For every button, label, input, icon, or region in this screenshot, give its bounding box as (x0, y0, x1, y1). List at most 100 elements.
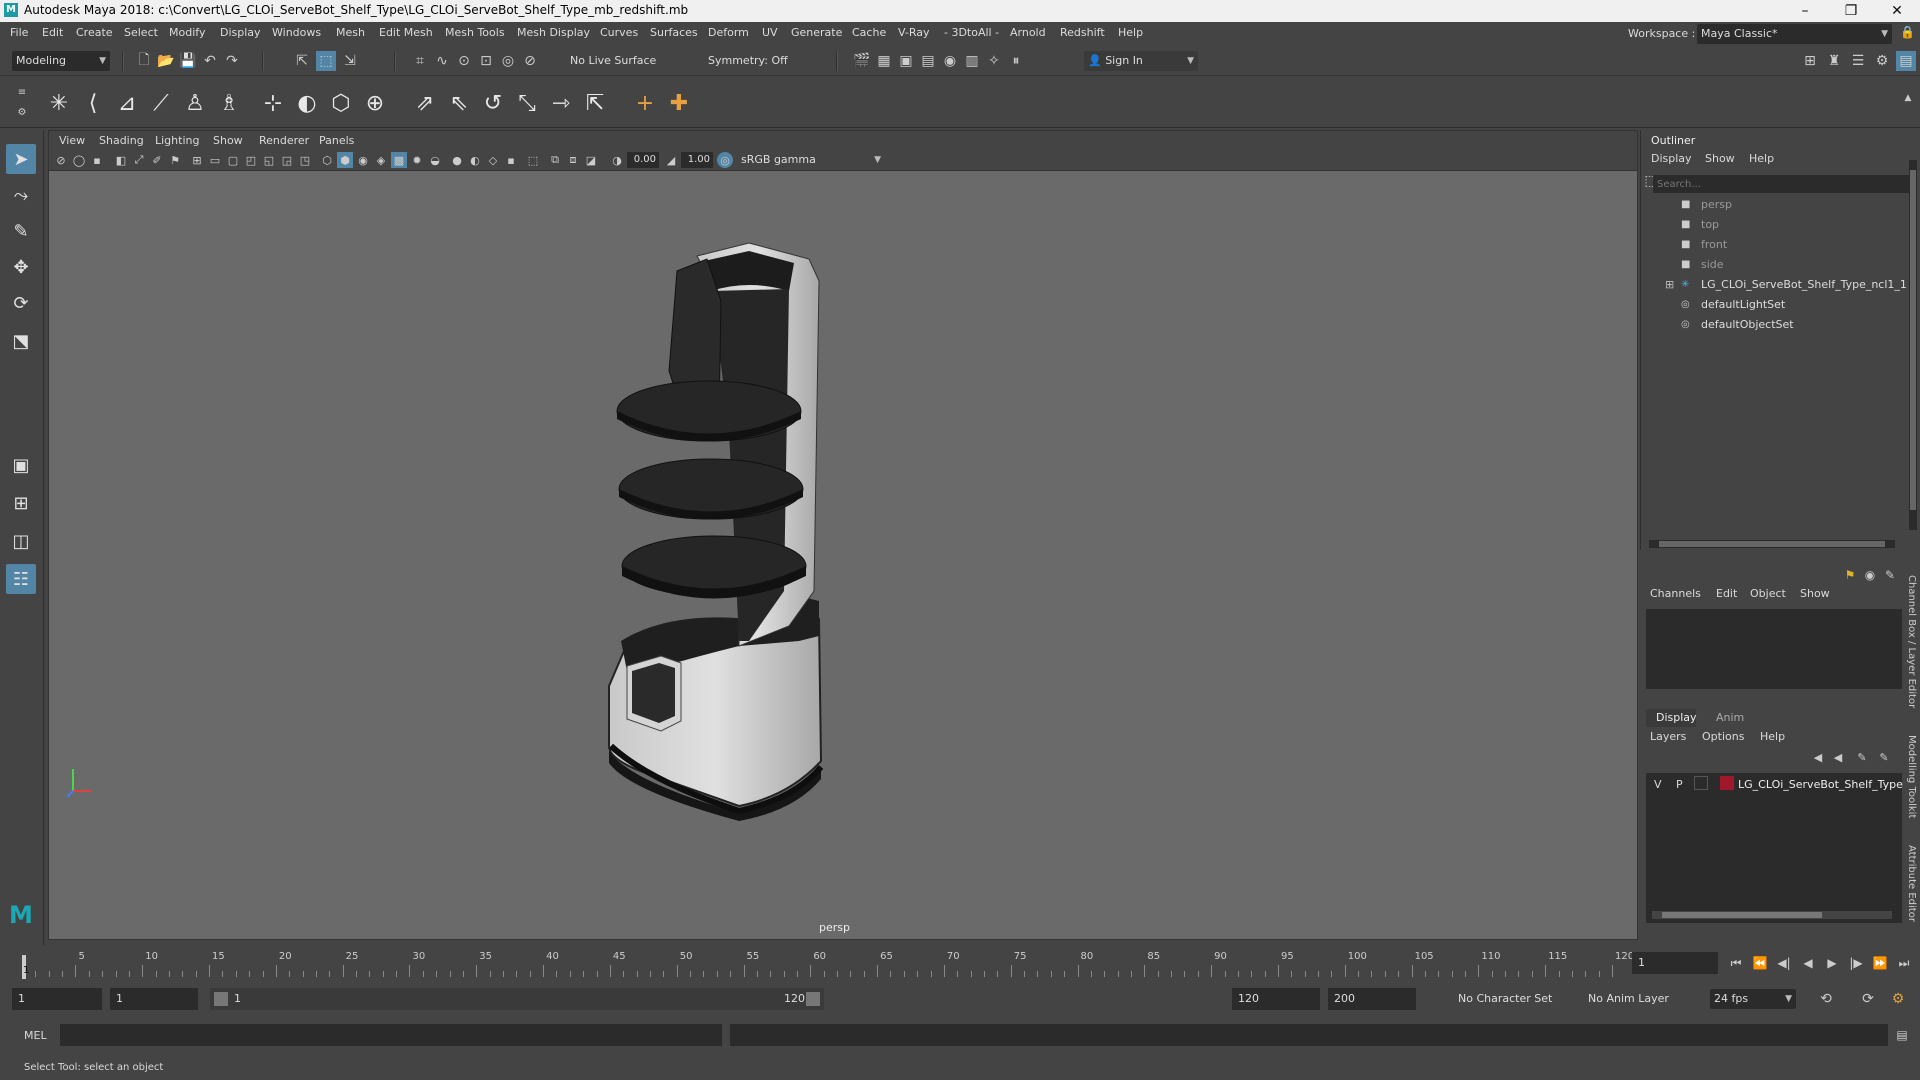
modeling-toolkit-icon[interactable]: ⊞ (1800, 51, 1820, 71)
range-end-handle[interactable] (806, 992, 820, 1006)
cluster-icon[interactable]: ⊹ (258, 88, 288, 118)
live-surface-field[interactable]: No Live Surface (566, 51, 662, 71)
step-back-frame-icon[interactable]: ◀| (1774, 953, 1794, 973)
constraint-point-icon[interactable]: ⇖ (444, 88, 474, 118)
menu-curves[interactable]: Curves (600, 26, 638, 39)
scrollbar-thumb[interactable] (1659, 541, 1885, 547)
channel-edit-icon[interactable]: ✎ (1880, 565, 1900, 585)
gate-mask-icon[interactable]: ◰ (243, 152, 259, 168)
tab-display[interactable]: Display (1646, 709, 1697, 727)
new-layer-icon[interactable]: ✎ (1852, 747, 1872, 767)
menu-3dtoall[interactable]: - 3DtoAll - (944, 26, 999, 39)
maximize-button[interactable]: ❐ (1828, 1, 1874, 21)
default-material-icon[interactable]: ◉ (355, 152, 371, 168)
layer-type-toggle[interactable] (1694, 776, 1708, 790)
step-forward-key-icon[interactable]: ⏩ (1870, 953, 1890, 973)
tab-anim[interactable]: Anim (1716, 711, 1744, 724)
outliner-item[interactable]: ✳ LG_CLOi_ServeBot_Shelf_Type_ncl1_1 (1681, 278, 1907, 294)
menu-create[interactable]: Create (76, 26, 113, 39)
move-tool-icon[interactable]: ✥ (6, 252, 36, 282)
constraint-scale-icon[interactable]: ⤡ (512, 88, 542, 118)
viewport-menu-view[interactable]: View (59, 134, 85, 147)
select-hierarchy-icon[interactable]: ⇱ (292, 51, 312, 71)
constraint-orient-icon[interactable]: ↺ (478, 88, 508, 118)
viewport-menu-panels[interactable]: Panels (319, 134, 354, 147)
minimize-button[interactable]: – (1782, 1, 1828, 21)
auto-key-icon[interactable]: ⟳ (1858, 989, 1878, 1009)
layout-single-icon[interactable]: ▣ (6, 450, 36, 480)
channel-key-icon[interactable]: ⚑ (1840, 565, 1860, 585)
mel-label[interactable]: MEL (24, 1029, 47, 1042)
ik-handle-icon[interactable]: ⟨ (78, 88, 108, 118)
outliner-item[interactable]: ■ top (1681, 218, 1719, 234)
shelf-settings-icon[interactable]: ⚙ (12, 102, 32, 122)
exposure-field[interactable]: 0.00 (627, 152, 659, 168)
bind-skin-icon[interactable]: ⟋ (146, 88, 176, 118)
menu-display[interactable]: Display (220, 26, 261, 39)
command-input[interactable] (60, 1024, 722, 1046)
anim-layer-dropdown[interactable]: No Anim Layer (1582, 988, 1682, 1010)
humanik-icon[interactable]: ♙ (180, 88, 210, 118)
grid-icon[interactable]: ⊞ (189, 152, 205, 168)
color-space-dropdown[interactable]: sRGB gamma ▼ (737, 151, 885, 169)
channel-menu-edit[interactable]: Edit (1716, 587, 1737, 600)
select-camera-icon[interactable]: ⊘ (53, 152, 69, 168)
layer-visibility-toggle[interactable]: V (1654, 778, 1662, 791)
layout-two-icon[interactable]: ◫ (6, 526, 36, 556)
joint-tool-icon[interactable]: ✳ (44, 88, 74, 118)
new-scene-icon[interactable]: 🗋 (134, 51, 154, 71)
ik-spline-icon[interactable]: ⊿ (112, 88, 142, 118)
range-slider[interactable]: 1 120 (210, 988, 824, 1010)
fps-dropdown[interactable]: 24 fps ▼ (1710, 989, 1796, 1009)
wireframe-on-shaded-icon[interactable]: ◈ (373, 152, 389, 168)
workspace-dropdown[interactable]: Maya Classic* ▼ (1697, 24, 1892, 44)
new-layer-selected-icon[interactable]: ✎ (1874, 747, 1894, 767)
expand-icon[interactable]: ⊞ (1665, 278, 1674, 294)
current-frame-field[interactable]: 1 (1632, 952, 1718, 974)
menu-edit[interactable]: Edit (42, 26, 63, 39)
layout-outliner-icon[interactable]: ☷ (6, 564, 36, 594)
select-tool-icon[interactable]: ➤ (6, 144, 36, 174)
field-chart-icon[interactable]: ◱ (261, 152, 277, 168)
go-to-end-icon[interactable]: ⏭ (1894, 953, 1914, 973)
play-forward-icon[interactable]: ▶ (1822, 953, 1842, 973)
sign-in-dropdown[interactable]: 👤 Sign In ▼ (1084, 51, 1198, 71)
symmetry-dropdown[interactable]: Symmetry: Off (704, 51, 804, 71)
locator-orient-icon[interactable]: ✚ (664, 88, 694, 118)
wireframe-icon[interactable]: ⬡ (319, 152, 335, 168)
channel-menu-channels[interactable]: Channels (1650, 587, 1701, 600)
menu-select[interactable]: Select (124, 26, 158, 39)
script-editor-icon[interactable]: ▤ (1892, 1025, 1912, 1045)
locator-icon[interactable]: + (630, 88, 660, 118)
layer-move-up-icon[interactable]: ◀ (1808, 747, 1828, 767)
anti-alias-icon[interactable]: ◇ (485, 152, 501, 168)
viewport-menu-show[interactable]: Show (213, 134, 243, 147)
outliner-menu-show[interactable]: Show (1705, 152, 1735, 165)
shadows-icon[interactable]: ◒ (427, 152, 443, 168)
viewport-panel[interactable]: View Shading Lighting Show Renderer Pane… (48, 130, 1638, 940)
playback-start-field[interactable]: 1 (110, 988, 198, 1010)
pause-icon[interactable]: ⏸ (1006, 51, 1026, 71)
end-time-field[interactable]: 200 (1328, 988, 1416, 1010)
outliner-hscrollbar[interactable] (1649, 540, 1895, 548)
step-forward-frame-icon[interactable]: |▶ (1846, 953, 1866, 973)
outliner-item[interactable]: ■ persp (1681, 198, 1732, 214)
ambient-occlusion-icon[interactable]: ● (449, 152, 465, 168)
layers-menu-options[interactable]: Options (1702, 730, 1744, 743)
rotate-tool-icon[interactable]: ⟳ (6, 288, 36, 318)
exposure-icon[interactable]: ◑ (609, 152, 625, 168)
time-slider[interactable]: 5 10 15 20 25 30 35 40 45 50 55 60 65 70 75 80 85 90 95 100… (0, 945, 1920, 981)
bookmarks-icon[interactable]: ⚑ (167, 152, 183, 168)
snap-grid-icon[interactable]: ⌗ (410, 51, 430, 71)
xray-icon[interactable]: ⧉ (547, 152, 563, 168)
layout-four-icon[interactable]: ⊞ (6, 488, 36, 518)
motion-blur-icon[interactable]: ◐ (467, 152, 483, 168)
color-management-icon[interactable]: ◎ (717, 152, 733, 168)
outliner-vscrollbar[interactable] (1909, 160, 1917, 530)
range-start-handle[interactable] (214, 992, 228, 1006)
render-frame-icon[interactable]: ▦ (874, 51, 894, 71)
bookmark-icon[interactable]: ▪ (89, 152, 105, 168)
menu-redshift[interactable]: Redshift (1060, 26, 1105, 39)
character-set-dropdown[interactable]: No Character Set (1452, 988, 1568, 1010)
2d-pan-icon[interactable]: ⤢ (131, 152, 147, 168)
